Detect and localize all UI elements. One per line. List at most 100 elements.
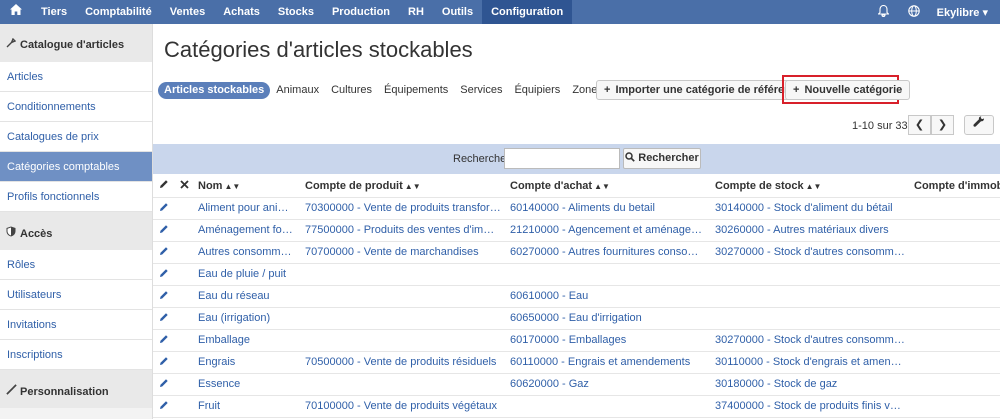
sidebar-item-articles[interactable]: Articles bbox=[0, 62, 152, 92]
user-menu[interactable]: Ekylibre ▾ bbox=[929, 6, 1000, 19]
nav-comptabilite[interactable]: Comptabilité bbox=[76, 0, 161, 24]
import-category-button[interactable]: + Importer une catégorie de référence bbox=[596, 80, 812, 100]
cell-compte-immobilisation bbox=[910, 329, 1000, 352]
search-button[interactable]: Rechercher bbox=[623, 148, 701, 169]
edit-row-button[interactable] bbox=[153, 241, 174, 264]
cell-name[interactable]: Eau (irrigation) bbox=[194, 307, 301, 330]
search-bar: Rechercher Rechercher bbox=[153, 144, 1000, 174]
cell-compte-achat[interactable]: 60110000 - Engrais et amendements bbox=[506, 351, 711, 374]
cell-compte-achat[interactable]: 60140000 - Aliments du betail bbox=[506, 197, 711, 220]
cell-compte-achat[interactable]: 60270000 - Autres fournitures consommabl… bbox=[506, 241, 711, 264]
cell-name[interactable]: Eau du réseau bbox=[194, 285, 301, 308]
edit-row-button[interactable] bbox=[153, 285, 174, 308]
cell-compte-produit[interactable]: 70700000 - Vente de marchandises bbox=[301, 241, 506, 264]
edit-column-header bbox=[153, 175, 174, 198]
column-header-compte-achat[interactable]: Compte d'achat ▲▼ bbox=[506, 175, 711, 198]
delete-column-header bbox=[174, 175, 194, 198]
sidebar-item-catalogues-de-prix[interactable]: Catalogues de prix bbox=[0, 122, 152, 152]
pencil-icon bbox=[159, 180, 169, 192]
cell-name[interactable]: Eau de pluie / puit bbox=[194, 263, 301, 286]
new-category-button[interactable]: + Nouvelle catégorie bbox=[785, 80, 911, 100]
edit-row-button[interactable] bbox=[153, 373, 174, 396]
delete-cell bbox=[174, 395, 194, 418]
sidebar-item-categories-comptables[interactable]: Catégories comptables bbox=[0, 152, 152, 182]
edit-row-button[interactable] bbox=[153, 219, 174, 242]
cell-name[interactable]: Aliment pour animaux bbox=[194, 197, 301, 220]
edit-row-button[interactable] bbox=[153, 307, 174, 330]
cell-compte-stock[interactable]: 30180000 - Stock de gaz bbox=[711, 373, 910, 396]
cell-compte-achat[interactable]: 60610000 - Eau bbox=[506, 285, 711, 308]
edit-row-button[interactable] bbox=[153, 197, 174, 220]
nav-outils[interactable]: Outils bbox=[433, 0, 482, 24]
nav-configuration[interactable]: Configuration bbox=[482, 0, 573, 24]
sidebar-item-roles[interactable]: Rôles bbox=[0, 250, 152, 280]
sidebar-item-utilisateurs[interactable]: Utilisateurs bbox=[0, 280, 152, 310]
cell-compte-achat[interactable]: 21210000 - Agencement et aménagements ..… bbox=[506, 219, 711, 242]
cell-compte-produit[interactable]: 70500000 - Vente de produits résiduels bbox=[301, 351, 506, 374]
cell-compte-produit[interactable]: 70100000 - Vente de produits végétaux bbox=[301, 395, 506, 418]
home-icon[interactable] bbox=[0, 0, 32, 24]
nav-rh[interactable]: RH bbox=[399, 0, 433, 24]
tab-animaux[interactable]: Animaux bbox=[270, 82, 325, 99]
edit-row-button[interactable] bbox=[153, 351, 174, 374]
tab-cultures[interactable]: Cultures bbox=[325, 82, 378, 99]
nav-stocks[interactable]: Stocks bbox=[269, 0, 323, 24]
edit-row-button[interactable] bbox=[153, 395, 174, 418]
sidebar-item-invitations[interactable]: Invitations bbox=[0, 310, 152, 340]
previous-page-button[interactable]: ❮ bbox=[908, 115, 931, 135]
cell-compte-produit[interactable]: 70300000 - Vente de produits transformés bbox=[301, 197, 506, 220]
cell-name[interactable]: Essence bbox=[194, 373, 301, 396]
cell-compte-achat[interactable]: 60650000 - Eau d'irrigation bbox=[506, 307, 711, 330]
settings-button[interactable] bbox=[964, 115, 994, 135]
delete-cell bbox=[174, 241, 194, 264]
table-row: Eau (irrigation) 60650000 - Eau d'irrigat… bbox=[153, 307, 1000, 330]
column-header-compte-stock[interactable]: Compte de stock ▲▼ bbox=[711, 175, 910, 198]
sidebar-item-conditionnements[interactable]: Conditionnements bbox=[0, 92, 152, 122]
nav-production[interactable]: Production bbox=[323, 0, 399, 24]
cell-compte-achat[interactable]: 60620000 - Gaz bbox=[506, 373, 711, 396]
bell-icon[interactable] bbox=[869, 4, 899, 20]
cell-compte-produit[interactable]: 77500000 - Produits des ventes d'immobil… bbox=[301, 219, 506, 242]
cell-compte-immobilisation bbox=[910, 219, 1000, 242]
edit-row-button[interactable] bbox=[153, 263, 174, 286]
pencil-icon bbox=[159, 400, 169, 413]
cell-name[interactable]: Fruit bbox=[194, 395, 301, 418]
nav-achats[interactable]: Achats bbox=[214, 0, 269, 24]
nav-tiers[interactable]: Tiers bbox=[32, 0, 76, 24]
sidebar-section-personnalisation: Personnalisation bbox=[0, 370, 152, 408]
cell-name[interactable]: Engrais bbox=[194, 351, 301, 374]
cell-name[interactable]: Emballage bbox=[194, 329, 301, 352]
cell-compte-stock[interactable]: 37400000 - Stock de produits finis végét… bbox=[711, 395, 910, 418]
next-page-button[interactable]: ❯ bbox=[931, 115, 954, 135]
cell-name[interactable]: Autres consommables bbox=[194, 241, 301, 264]
cell-compte-produit bbox=[301, 329, 506, 352]
sidebar: Catalogue d'articles Articles Conditionn… bbox=[0, 24, 153, 419]
sidebar-item-inscriptions[interactable]: Inscriptions bbox=[0, 340, 152, 370]
column-header-nom[interactable]: Nom ▲▼ bbox=[194, 175, 301, 198]
cell-compte-stock[interactable]: 30110000 - Stock d'engrais et amendement… bbox=[711, 351, 910, 374]
column-header-compte-immobilisation[interactable]: Compte d'immobilisa bbox=[910, 175, 1000, 198]
sidebar-item-profils-fonctionnels[interactable]: Profils fonctionnels bbox=[0, 182, 152, 212]
cell-compte-stock[interactable]: 30270000 - Stock d'autres consommables bbox=[711, 241, 910, 264]
delete-cell bbox=[174, 263, 194, 286]
search-input[interactable] bbox=[504, 148, 620, 169]
page-title: Catégories d'articles stockables bbox=[164, 37, 473, 62]
sidebar-section-catalogue: Catalogue d'articles bbox=[0, 24, 152, 62]
cell-name[interactable]: Aménagement foncier bbox=[194, 219, 301, 242]
cell-compte-stock[interactable]: 30260000 - Autres matériaux divers bbox=[711, 219, 910, 242]
tab-equipiers[interactable]: Équipiers bbox=[508, 82, 566, 99]
tab-articles-stockables[interactable]: Articles stockables bbox=[158, 81, 271, 99]
table-row: Aménagement foncier 77500000 - Produits d… bbox=[153, 219, 1000, 242]
tab-services[interactable]: Services bbox=[454, 82, 508, 99]
delete-cell bbox=[174, 219, 194, 242]
cell-compte-stock[interactable]: 30140000 - Stock d'aliment du bétail bbox=[711, 197, 910, 220]
cell-compte-achat[interactable]: 60170000 - Emballages bbox=[506, 329, 711, 352]
tab-equipements[interactable]: Équipements bbox=[378, 82, 454, 99]
cell-compte-produit bbox=[301, 307, 506, 330]
cell-compte-stock[interactable]: 30270000 - Stock d'autres consommables bbox=[711, 329, 910, 352]
globe-icon[interactable] bbox=[899, 4, 929, 20]
nav-ventes[interactable]: Ventes bbox=[161, 0, 214, 24]
column-header-compte-produit[interactable]: Compte de produit ▲▼ bbox=[301, 175, 506, 198]
edit-row-button[interactable] bbox=[153, 329, 174, 352]
delete-cell bbox=[174, 285, 194, 308]
